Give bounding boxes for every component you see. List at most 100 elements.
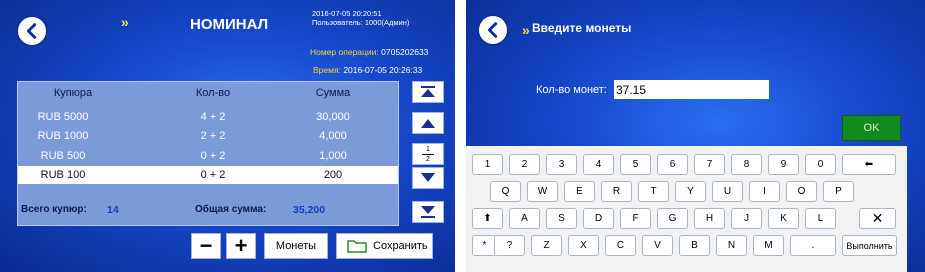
key-v[interactable]: V [642,235,673,256]
time-value: 2016-07-05 20:26:33 [343,65,423,75]
key-n[interactable]: N [716,235,747,256]
coins-count-label: Кол-во монет: [536,84,607,96]
datetime-top: 2016-07-05 20:20:51 [312,9,382,18]
key-m[interactable]: M [753,235,784,256]
key-1[interactable]: 1 [472,154,503,175]
scroll-top-button[interactable] [412,81,444,103]
up-arrow-icon [421,119,435,128]
key-e[interactable]: E [564,181,595,202]
coin-entry-screen: » Введите монеты Кол-во монет: OK 1 2 3 … [466,0,925,272]
double-arrow-icon: » [121,14,129,30]
backspace-key[interactable]: ⬅ [842,154,896,175]
row-denomination: RUB 5000 [37,111,89,123]
row-sum: 1,000 [319,150,347,162]
operation-number: Номер операции: 0705202633 [310,47,428,57]
key-o[interactable]: O [786,181,817,202]
table-row-selected[interactable]: RUB 100 0 + 2 200 [18,166,398,184]
column-header-count: Кол-во [195,87,231,99]
key-t[interactable]: T [638,181,669,202]
page-current: 1 [422,145,434,155]
coins-button[interactable]: Монеты [264,233,328,259]
key-k[interactable]: K [768,208,799,229]
key-d[interactable]: D [583,208,614,229]
row-count: 0 + 2 [200,169,226,181]
time-label: Время: [313,65,341,75]
key-a[interactable]: A [509,208,540,229]
row-count: 2 + 2 [200,130,226,142]
key-w[interactable]: W [527,181,558,202]
back-button[interactable] [477,14,509,46]
key-z[interactable]: Z [531,235,562,256]
double-arrow-icon: » [522,22,530,38]
coins-count-input[interactable] [614,80,769,99]
total-sum-label: Общая сумма: [195,204,267,215]
table-row[interactable]: RUB 5000 4 + 2 30,000 [18,108,398,126]
key-j[interactable]: J [731,208,762,229]
plus-button[interactable]: + [226,233,256,259]
key-question[interactable]: ? [494,235,525,256]
key-3[interactable]: 3 [546,154,577,175]
key-q[interactable]: Q [490,181,521,202]
key-5[interactable]: 5 [620,154,651,175]
key-y[interactable]: Y [675,181,706,202]
scroll-up-button[interactable] [412,112,444,134]
key-i[interactable]: I [749,181,780,202]
total-notes-label: Всего купюр: [21,204,87,215]
key-4[interactable]: 4 [583,154,614,175]
user-line: Пользователь: 1000(Админ) [312,18,410,27]
back-button[interactable] [16,15,48,47]
key-h[interactable]: H [694,208,725,229]
done-key[interactable]: Выполнить [842,235,897,256]
row-sum: 4,000 [319,130,347,142]
row-sum: 200 [323,169,343,181]
table-row[interactable]: RUB 500 0 + 2 1,000 [18,147,398,165]
key-6[interactable]: 6 [657,154,688,175]
denomination-screen: » НОМИНАЛ 2016-07-05 20:20:51 Пользовате… [0,0,455,272]
ok-button[interactable]: OK [842,115,901,141]
key-r[interactable]: R [601,181,632,202]
row-sum: 30,000 [316,111,350,123]
minus-button[interactable]: − [191,233,221,259]
key-x[interactable]: X [568,235,599,256]
key-7[interactable]: 7 [694,154,725,175]
onscreen-keyboard: 1 2 3 4 5 6 7 8 9 0 ⬅ Q W E R T Y U I O … [466,146,907,272]
folder-icon [347,240,367,253]
column-header-sum: Сумма [315,87,351,99]
key-s[interactable]: S [546,208,577,229]
key-f[interactable]: F [620,208,651,229]
key-period[interactable]: . [790,235,836,256]
table-row[interactable]: RUB 1000 2 + 2 4,000 [18,127,398,145]
chevron-left-icon [487,22,498,38]
page-indicator: 1 2 [412,143,444,165]
key-l[interactable]: L [805,208,836,229]
key-8[interactable]: 8 [731,154,762,175]
key-2[interactable]: 2 [509,154,540,175]
key-b[interactable]: B [679,235,710,256]
key-u[interactable]: U [712,181,743,202]
save-button[interactable]: Сохранить [336,233,433,259]
page-total: 2 [426,156,430,163]
total-sum-value: 35,200 [293,204,326,216]
shift-key[interactable]: ⬆ [472,208,503,229]
row-count: 0 + 2 [200,150,226,162]
double-up-arrow-icon [421,86,435,97]
row-denomination: RUB 500 [40,150,86,162]
operation-time: Время: 2016-07-05 20:26:33 [313,65,422,75]
key-c[interactable]: C [605,235,636,256]
down-arrow-icon [421,173,435,182]
chevron-left-icon [26,23,37,39]
page-title: НОМИНАЛ [190,16,269,33]
row-denomination: RUB 100 [40,169,86,181]
key-9[interactable]: 9 [768,154,799,175]
clear-key[interactable]: ✕ [859,208,896,229]
key-g[interactable]: G [657,208,688,229]
key-0[interactable]: 0 [805,154,836,175]
total-notes-value: 14 [107,204,119,216]
scroll-down-button[interactable] [412,167,444,189]
double-down-arrow-icon [421,206,435,218]
save-label: Сохранить [373,240,428,252]
row-count: 4 + 2 [200,111,226,123]
scroll-bottom-button[interactable] [412,201,444,223]
key-p[interactable]: P [823,181,854,202]
row-denomination: RUB 1000 [37,130,89,142]
